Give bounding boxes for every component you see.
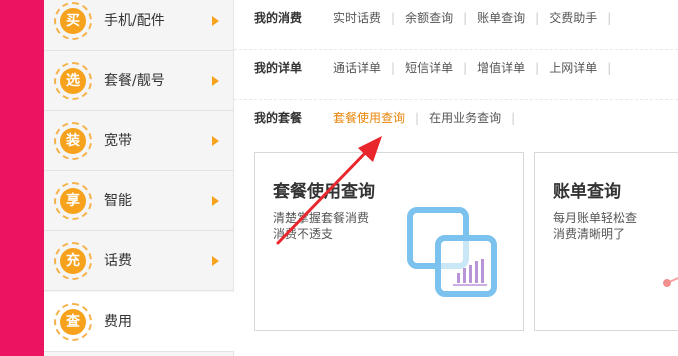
sidebar-item-label: 套餐/靓号 xyxy=(104,73,165,89)
sidebar-item-smart[interactable]: 享 智能 xyxy=(44,171,234,231)
triangle-right-icon xyxy=(212,136,219,146)
link-package-usage[interactable]: 套餐使用查询 xyxy=(333,111,405,125)
link-value-added-details[interactable]: 增值详单 xyxy=(477,61,525,75)
triangle-right-icon xyxy=(212,196,219,206)
badge-select-icon: 选 xyxy=(54,62,92,100)
triangle-right-icon xyxy=(212,16,219,26)
separator: | xyxy=(607,11,612,25)
sidebar-item-fees[interactable]: 查 费用 xyxy=(44,292,234,352)
row-title: 我的详单 xyxy=(254,61,303,75)
row-title: 我的消费 xyxy=(254,11,303,25)
sidebar-item-broadband[interactable]: 装 宽带 xyxy=(44,111,234,171)
card-description: 消费清晰明了 xyxy=(553,227,626,241)
triangle-right-icon xyxy=(212,256,219,266)
link-balance-query[interactable]: 余额查询 xyxy=(405,11,453,25)
sidebar-item-label: 宽带 xyxy=(104,133,132,149)
badge-text: 享 xyxy=(60,188,86,214)
sidebar-item-label: 智能 xyxy=(104,193,132,209)
brand-strip xyxy=(0,0,44,356)
link-bill-query[interactable]: 账单查询 xyxy=(477,11,525,25)
share-node-icon xyxy=(663,277,678,287)
separator: | xyxy=(391,11,396,25)
link-list: 实时话费 | 余额查询 | 账单查询 | 交费助手 | xyxy=(333,0,621,36)
badge-query-icon: 查 xyxy=(54,303,92,341)
annotation-arrow-icon xyxy=(276,136,382,245)
separator: | xyxy=(391,61,396,75)
badge-text: 充 xyxy=(60,248,86,274)
link-active-services[interactable]: 在用业务查询 xyxy=(429,111,501,125)
sidebar-item-phones[interactable]: 买 手机/配件 xyxy=(44,0,234,51)
badge-install-icon: 装 xyxy=(54,122,92,160)
separator: | xyxy=(511,111,516,125)
badge-text: 装 xyxy=(60,128,86,154)
badge-text: 查 xyxy=(60,309,86,335)
overlapping-squares-chart-icon xyxy=(407,207,497,297)
sidebar: 买 手机/配件 选 套餐/靓号 装 宽带 享 智能 充 话费 查 费用 xyxy=(44,0,234,356)
badge-text: 选 xyxy=(60,68,86,94)
link-list: 通话详单 | 短信详单 | 增值详单 | 上网详单 | xyxy=(333,50,621,86)
separator: | xyxy=(535,61,540,75)
separator: | xyxy=(415,111,420,125)
separator: | xyxy=(607,61,612,75)
sidebar-item-label: 话费 xyxy=(104,253,132,269)
link-call-details[interactable]: 通话详单 xyxy=(333,61,381,75)
sidebar-item-label: 手机/配件 xyxy=(104,13,165,29)
page: { "sidebar": { "items": [ { "badge": "买"… xyxy=(0,0,678,356)
separator: | xyxy=(463,11,468,25)
link-data-details[interactable]: 上网详单 xyxy=(549,61,597,75)
link-payment-assistant[interactable]: 交费助手 xyxy=(549,11,597,25)
badge-buy-icon: 买 xyxy=(54,2,92,40)
bill-query-card[interactable]: 账单查询 每月账单轻松查 消费清晰明了 xyxy=(534,152,678,331)
sidebar-item-plans[interactable]: 选 套餐/靓号 xyxy=(44,51,234,111)
sidebar-item-topup[interactable]: 充 话费 xyxy=(44,231,234,291)
badge-charge-icon: 充 xyxy=(54,242,92,280)
badge-enjoy-icon: 享 xyxy=(54,182,92,220)
link-sms-details[interactable]: 短信详单 xyxy=(405,61,453,75)
card-description: 每月账单轻松查 xyxy=(553,211,638,225)
separator: | xyxy=(535,11,540,25)
link-realtime-fee[interactable]: 实时话费 xyxy=(333,11,381,25)
card-title: 账单查询 xyxy=(553,182,621,202)
menu-row-details: 我的详单 通话详单 | 短信详单 | 增值详单 | 上网详单 | xyxy=(234,50,678,100)
separator: | xyxy=(463,61,468,75)
badge-text: 买 xyxy=(60,8,86,34)
sidebar-item-label: 费用 xyxy=(104,314,132,330)
menu-row-consumption: 我的消费 实时话费 | 余额查询 | 账单查询 | 交费助手 | xyxy=(234,0,678,50)
triangle-right-icon xyxy=(212,76,219,86)
